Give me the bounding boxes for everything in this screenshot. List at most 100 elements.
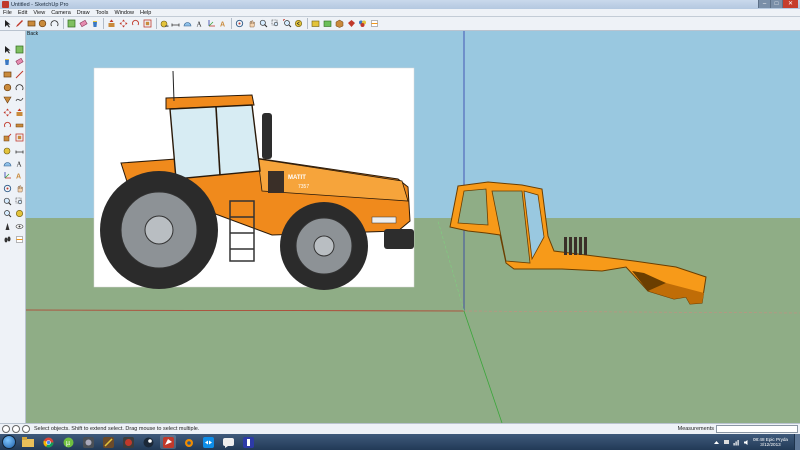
- select-icon[interactable]: [1, 43, 13, 55]
- select-icon[interactable]: [2, 18, 13, 29]
- components-icon[interactable]: [334, 18, 345, 29]
- polygon-icon[interactable]: [1, 94, 13, 106]
- blender-icon[interactable]: [180, 435, 196, 449]
- share-model-icon[interactable]: [322, 18, 333, 29]
- geo-location-icon[interactable]: [2, 425, 10, 433]
- zoom-extents-icon[interactable]: [282, 18, 293, 29]
- position-camera-icon[interactable]: [1, 221, 13, 233]
- orbit-icon[interactable]: [234, 18, 245, 29]
- circle-icon[interactable]: [1, 81, 13, 93]
- offset-icon[interactable]: [13, 132, 25, 144]
- tape-measure-icon[interactable]: [1, 145, 13, 157]
- eraser-icon[interactable]: [13, 56, 25, 68]
- orbit-icon[interactable]: [1, 183, 13, 195]
- look-around-icon[interactable]: [13, 221, 25, 233]
- measurements-input[interactable]: [716, 425, 798, 433]
- arrow-up-icon[interactable]: [713, 439, 720, 446]
- move-icon[interactable]: [118, 18, 129, 29]
- minimize-button[interactable]: –: [758, 0, 770, 8]
- tractor-image[interactable]: MATIT 7357: [93, 67, 415, 290]
- zoom-icon[interactable]: [258, 18, 269, 29]
- protractor-icon[interactable]: [1, 157, 13, 169]
- menu-file[interactable]: File: [0, 10, 15, 16]
- scale-icon[interactable]: [1, 132, 13, 144]
- extensions-icon[interactable]: [346, 18, 357, 29]
- maximize-button[interactable]: □: [770, 0, 782, 8]
- menu-window[interactable]: Window: [111, 10, 137, 16]
- section-plane-icon[interactable]: [13, 233, 25, 245]
- paint-bucket-icon[interactable]: [1, 56, 13, 68]
- menu-help[interactable]: Help: [137, 10, 154, 16]
- pan-icon[interactable]: [246, 18, 257, 29]
- chrome-icon[interactable]: [40, 435, 56, 449]
- show-desktop-button[interactable]: [794, 434, 800, 450]
- tool-icon[interactable]: [240, 435, 256, 449]
- styles-icon[interactable]: [357, 18, 368, 29]
- network-icon[interactable]: [733, 439, 740, 446]
- arc-icon[interactable]: [49, 18, 60, 29]
- pan-icon[interactable]: [13, 183, 25, 195]
- zoom-window-icon[interactable]: [13, 195, 25, 207]
- move-icon[interactable]: [1, 106, 13, 118]
- game-icon[interactable]: [80, 435, 96, 449]
- dimension-icon[interactable]: [170, 18, 181, 29]
- game-icon[interactable]: [120, 435, 136, 449]
- rotate-icon[interactable]: [1, 119, 13, 131]
- arc-icon[interactable]: [13, 81, 25, 93]
- text-icon[interactable]: A: [13, 157, 25, 169]
- teamviewer-icon[interactable]: [200, 435, 216, 449]
- line-icon[interactable]: [13, 68, 25, 80]
- close-button[interactable]: ✕: [782, 0, 798, 8]
- 3d-text-icon[interactable]: A: [13, 170, 25, 182]
- system-clock[interactable]: 08:48 Epic Pryda 3/12/2013: [753, 437, 788, 448]
- previous-icon[interactable]: [293, 18, 304, 29]
- eraser-icon[interactable]: [78, 18, 89, 29]
- scene-tab-back[interactable]: Back: [27, 31, 38, 37]
- help-icon[interactable]: [22, 425, 30, 433]
- zoom-extents-icon[interactable]: [1, 208, 13, 220]
- axes-icon[interactable]: [206, 18, 217, 29]
- follow-me-icon[interactable]: [13, 119, 25, 131]
- tape-measure-icon[interactable]: [159, 18, 170, 29]
- circle-icon[interactable]: [37, 18, 48, 29]
- axes-icon[interactable]: [1, 170, 13, 182]
- make-component-icon[interactable]: [13, 43, 25, 55]
- make-component-icon[interactable]: [66, 18, 77, 29]
- explorer-icon[interactable]: [20, 435, 36, 449]
- chat-icon[interactable]: [220, 435, 236, 449]
- volume-icon[interactable]: [743, 439, 750, 446]
- walk-icon[interactable]: [1, 233, 13, 245]
- steam-icon[interactable]: [140, 435, 156, 449]
- rotate-icon[interactable]: [130, 18, 141, 29]
- zoom-window-icon[interactable]: [270, 18, 281, 29]
- freehand-icon[interactable]: [13, 94, 25, 106]
- game-icon[interactable]: [100, 435, 116, 449]
- paint-bucket-icon[interactable]: [90, 18, 101, 29]
- menu-edit[interactable]: Edit: [15, 10, 30, 16]
- menu-draw[interactable]: Draw: [74, 10, 93, 16]
- offset-icon[interactable]: [142, 18, 153, 29]
- start-button[interactable]: [2, 435, 16, 449]
- protractor-icon[interactable]: [182, 18, 193, 29]
- flag-icon[interactable]: [723, 439, 730, 446]
- svg-text:A: A: [16, 160, 21, 168]
- 3d-text-icon[interactable]: A: [218, 18, 229, 29]
- get-models-icon[interactable]: [310, 18, 321, 29]
- zoom-icon[interactable]: [1, 195, 13, 207]
- pencil-icon[interactable]: [14, 18, 25, 29]
- rectangle-icon[interactable]: [26, 18, 37, 29]
- utorrent-icon[interactable]: µ: [60, 435, 76, 449]
- rectangle-icon[interactable]: [1, 68, 13, 80]
- menu-view[interactable]: View: [30, 10, 48, 16]
- sketchup-taskbar-icon[interactable]: [160, 435, 176, 449]
- credits-icon[interactable]: [12, 425, 20, 433]
- drawing-viewport[interactable]: MATIT 7357 Back: [26, 31, 800, 423]
- menu-camera[interactable]: Camera: [48, 10, 74, 16]
- dimension-icon[interactable]: [13, 145, 25, 157]
- section-icon[interactable]: [369, 18, 380, 29]
- text-icon[interactable]: A: [194, 18, 205, 29]
- push-pull-icon[interactable]: [106, 18, 117, 29]
- previous-icon[interactable]: [13, 208, 25, 220]
- push-pull-icon[interactable]: [13, 106, 25, 118]
- menu-tools[interactable]: Tools: [93, 10, 112, 16]
